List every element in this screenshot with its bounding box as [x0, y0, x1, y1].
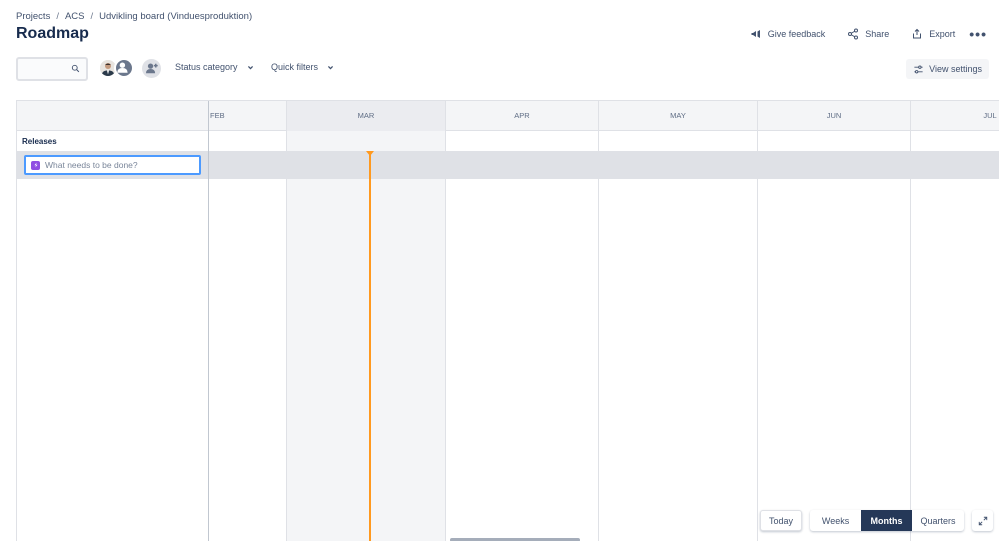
export-icon — [913, 28, 922, 39]
share-label: Share — [865, 29, 890, 39]
epic-icon — [31, 160, 40, 170]
status-category-filter[interactable]: Status category — [175, 62, 254, 72]
breadcrumb: Projects / ACS / Udvikling board (Vindue… — [16, 11, 252, 22]
chevron-down-icon — [247, 65, 253, 69]
avatar-group — [98, 58, 134, 78]
month-label-may: MAY — [670, 111, 686, 120]
create-item-input[interactable] — [45, 160, 195, 170]
export-label: Export — [929, 29, 956, 39]
more-actions-button[interactable]: ••• — [969, 26, 987, 42]
today-line — [369, 151, 371, 541]
toolbar: Status category Quick filters View setti… — [16, 57, 989, 81]
zoom-segmented-control: Weeks Months Quarters — [810, 510, 965, 531]
month-label-jul: JUL — [983, 111, 997, 120]
month-divider — [910, 101, 911, 541]
search-box — [16, 57, 88, 81]
status-category-label: Status category — [175, 62, 238, 72]
person-icon — [117, 62, 128, 73]
chevron-down-icon — [327, 65, 334, 69]
month-divider — [286, 101, 287, 541]
export-button[interactable]: Export — [911, 28, 955, 40]
breadcrumb-board[interactable]: Udvikling board (Vinduesproduktion) — [99, 11, 252, 22]
months-button[interactable]: Months — [861, 510, 913, 531]
weeks-button[interactable]: Weeks — [810, 510, 861, 531]
quick-filters-label: Quick filters — [271, 62, 319, 72]
create-item-field[interactable] — [24, 155, 201, 175]
search-icon — [71, 64, 80, 73]
breadcrumb-separator: / — [90, 11, 94, 22]
roadmap-timeline: FEB MAR APR MAY JUN JUL Releases — [16, 100, 999, 541]
month-label-apr: APR — [514, 111, 530, 120]
quarters-button[interactable]: Quarters — [912, 510, 964, 531]
month-label-mar: MAR — [357, 111, 375, 120]
share-button[interactable]: Share — [847, 28, 889, 40]
breadcrumb-separator: / — [56, 11, 59, 22]
month-divider — [598, 101, 599, 541]
fullscreen-button[interactable] — [972, 510, 994, 531]
view-settings-label: View settings — [929, 64, 982, 74]
month-label-feb: FEB — [210, 111, 225, 120]
add-person-icon — [145, 63, 158, 74]
give-feedback-button[interactable]: Give feedback — [750, 28, 826, 40]
breadcrumb-acs[interactable]: ACS — [65, 11, 85, 22]
share-icon — [848, 28, 859, 40]
top-actions: Give feedback Share Export ••• — [750, 26, 987, 42]
page-title: Roadmap — [16, 25, 89, 42]
search-input[interactable] — [18, 59, 70, 79]
megaphone-icon — [751, 30, 760, 38]
month-divider — [445, 101, 446, 541]
expand-icon — [978, 516, 987, 525]
today-button[interactable]: Today — [760, 510, 803, 531]
avatar[interactable] — [114, 58, 134, 78]
add-people-button[interactable] — [142, 59, 161, 78]
releases-label: Releases — [22, 137, 57, 146]
quick-filters-dropdown[interactable]: Quick filters — [271, 62, 334, 72]
timeline-zoom-controls: Today Weeks Months Quarters — [760, 510, 994, 531]
sliders-icon — [914, 65, 923, 73]
month-divider — [757, 101, 758, 541]
give-feedback-label: Give feedback — [767, 29, 826, 39]
breadcrumb-projects[interactable]: Projects — [16, 11, 50, 22]
month-label-jun: JUN — [826, 111, 842, 120]
view-settings-button[interactable]: View settings — [906, 59, 989, 79]
